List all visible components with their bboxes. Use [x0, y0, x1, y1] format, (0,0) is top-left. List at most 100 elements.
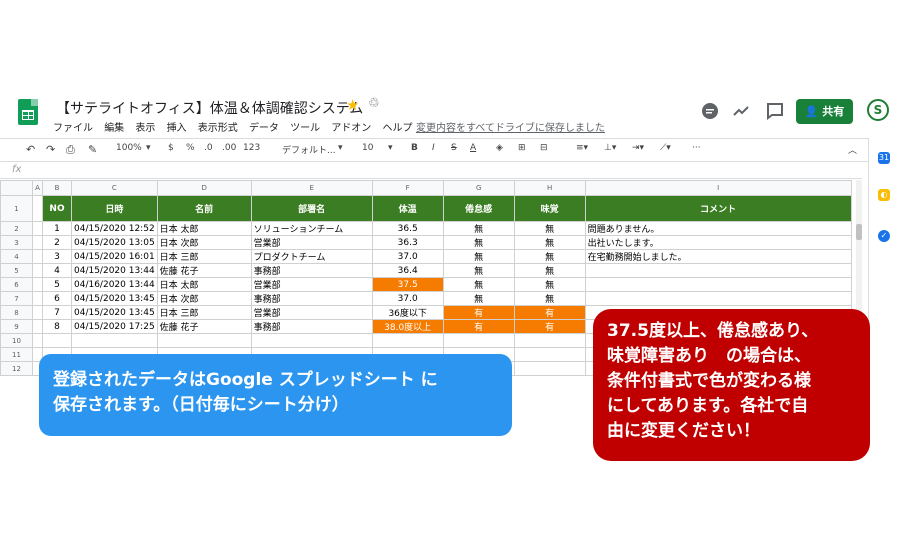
table-cell[interactable]: 37.0 [371, 249, 444, 264]
table-cell[interactable]: 04/15/2020 16:01 [71, 249, 158, 264]
column-header[interactable]: E [250, 180, 373, 196]
row-header[interactable]: 10 [0, 333, 33, 348]
table-cell[interactable]: 無 [442, 263, 515, 278]
table-cell[interactable]: 事務部 [250, 263, 373, 278]
print-icon[interactable]: ⎙ [66, 143, 75, 157]
header-cell[interactable]: 名前 [156, 195, 252, 222]
tasks-icon[interactable]: ✓ [878, 230, 890, 242]
table-cell[interactable]: 6 [42, 291, 72, 306]
table-cell[interactable] [32, 249, 43, 264]
table-cell[interactable]: 有 [442, 319, 515, 334]
more-button[interactable]: ··· [692, 143, 701, 153]
header-cell[interactable]: NO [42, 195, 72, 222]
table-cell[interactable]: 佐藤 花子 [156, 319, 252, 334]
column-header[interactable]: B [42, 180, 72, 196]
menu-tools[interactable]: ツール [290, 123, 320, 134]
menu-edit[interactable]: 編集 [104, 123, 124, 134]
row-header[interactable]: 1 [0, 195, 33, 222]
formula-bar[interactable] [0, 162, 862, 179]
table-cell[interactable] [71, 333, 158, 348]
table-cell[interactable]: 37.0 [371, 291, 444, 306]
redo-icon[interactable]: ↷ [46, 143, 55, 156]
row-header[interactable]: 9 [0, 319, 33, 334]
table-cell[interactable]: 無 [442, 291, 515, 306]
column-header[interactable]: H [513, 180, 586, 196]
row-header[interactable]: 4 [0, 249, 33, 264]
table-cell[interactable] [32, 333, 43, 348]
zoom-chevron-icon[interactable]: ▾ [146, 143, 151, 153]
table-cell[interactable]: 04/15/2020 13:45 [71, 291, 158, 306]
table-cell[interactable]: 有 [513, 319, 586, 334]
align-vertical-icon[interactable]: ⊥▾ [604, 143, 616, 153]
table-cell[interactable] [584, 291, 852, 306]
font-size-select[interactable]: 10 [362, 143, 373, 153]
table-cell[interactable]: 無 [442, 221, 515, 236]
table-cell[interactable] [584, 263, 852, 278]
comment-history-icon[interactable] [700, 101, 720, 121]
table-cell[interactable]: 36.4 [371, 263, 444, 278]
table-cell[interactable]: 1 [42, 221, 72, 236]
table-cell[interactable] [32, 291, 43, 306]
table-cell[interactable]: 無 [442, 277, 515, 292]
table-cell[interactable]: 佐藤 花子 [156, 263, 252, 278]
star-icon[interactable]: ★ [346, 96, 359, 114]
table-cell[interactable]: ソリューションチーム [250, 221, 373, 236]
table-cell[interactable]: 36.5 [371, 221, 444, 236]
table-cell[interactable]: 3 [42, 249, 72, 264]
menu-addons[interactable]: アドオン [331, 123, 371, 134]
menu-insert[interactable]: 挿入 [167, 123, 187, 134]
table-cell[interactable]: 無 [513, 235, 586, 250]
merge-cells-icon[interactable]: ⊟ [540, 143, 548, 153]
table-cell[interactable]: 04/15/2020 13:05 [71, 235, 158, 250]
menu-format[interactable]: 表示形式 [198, 123, 238, 134]
row-header[interactable]: 6 [0, 277, 33, 292]
table-cell[interactable] [32, 319, 43, 334]
activity-icon[interactable] [731, 101, 751, 121]
table-cell[interactable]: 問題ありません。 [584, 221, 852, 236]
table-cell[interactable]: 営業部 [250, 305, 373, 320]
calendar-icon[interactable]: 31 [878, 152, 890, 164]
borders-icon[interactable]: ⊞ [518, 143, 526, 153]
scrollbar-thumb[interactable] [856, 224, 862, 240]
table-cell[interactable] [513, 361, 586, 376]
table-cell[interactable]: 無 [513, 291, 586, 306]
menu-help[interactable]: ヘルプ [383, 123, 413, 134]
collapse-chevron-icon[interactable]: ︿ [848, 143, 857, 156]
table-cell[interactable]: 日本 三郎 [156, 305, 252, 320]
document-title[interactable]: 【サテライトオフィス】体温＆体調確認システム [56, 98, 363, 118]
font-size-chevron-icon[interactable]: ▾ [388, 143, 393, 153]
table-cell[interactable] [32, 305, 43, 320]
table-cell[interactable]: プロダクトチーム [250, 249, 373, 264]
table-cell[interactable]: 無 [513, 277, 586, 292]
comment-icon[interactable] [765, 101, 785, 121]
header-cell[interactable]: 倦怠感 [442, 195, 515, 222]
table-cell[interactable]: 日本 次郎 [156, 291, 252, 306]
italic-button[interactable]: I [432, 143, 435, 153]
header-cell[interactable]: 味覚 [513, 195, 586, 222]
table-cell[interactable]: 無 [513, 221, 586, 236]
table-cell[interactable]: 日本 太郎 [156, 221, 252, 236]
menu-view[interactable]: 表示 [135, 123, 155, 134]
header-cell[interactable]: 日時 [71, 195, 158, 222]
font-chevron-icon[interactable]: ▾ [338, 143, 343, 153]
table-cell[interactable]: 04/15/2020 13:44 [71, 263, 158, 278]
table-cell[interactable] [250, 333, 373, 348]
column-header[interactable]: F [371, 180, 444, 196]
table-cell[interactable] [156, 333, 252, 348]
table-cell[interactable]: 7 [42, 305, 72, 320]
row-header[interactable]: 7 [0, 291, 33, 306]
table-cell[interactable]: 36度以下 [371, 305, 444, 320]
table-cell[interactable]: 37.5 [371, 277, 444, 292]
table-cell[interactable]: 出社いたします。 [584, 235, 852, 250]
header-cell[interactable]: 部署名 [250, 195, 373, 222]
table-cell[interactable]: 日本 太郎 [156, 277, 252, 292]
table-cell[interactable]: 04/15/2020 12:52 [71, 221, 158, 236]
table-cell[interactable]: 無 [513, 249, 586, 264]
zoom-select[interactable]: 100% [116, 143, 142, 153]
increase-decimal-button[interactable]: .00 [222, 143, 236, 153]
bold-button[interactable]: B [411, 143, 418, 153]
table-cell[interactable] [371, 333, 444, 348]
table-cell[interactable]: 事務部 [250, 291, 373, 306]
table-cell[interactable]: 38.0度以上 [371, 319, 444, 334]
column-header[interactable]: A [32, 180, 43, 196]
